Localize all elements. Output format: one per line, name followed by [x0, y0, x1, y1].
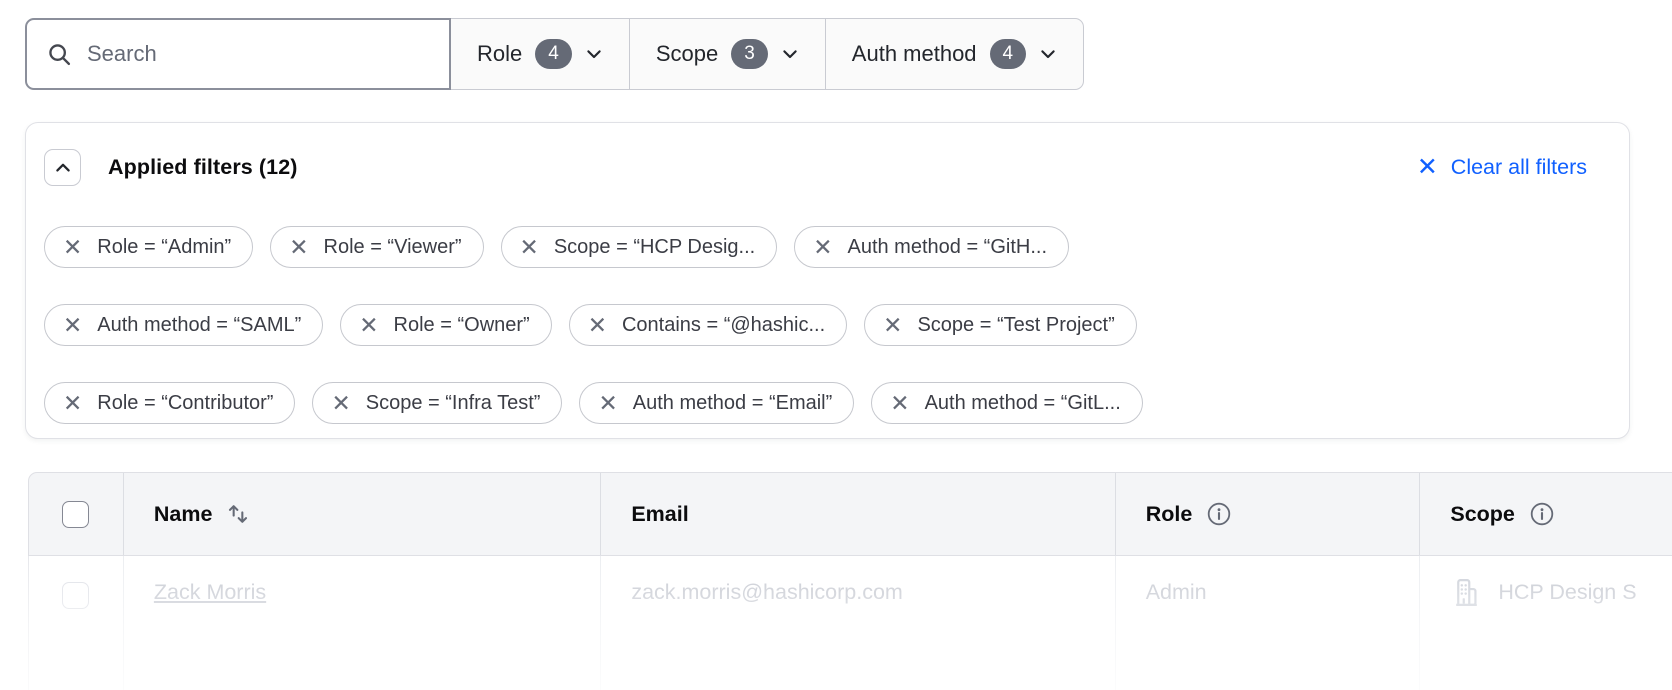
header-cell-select [29, 473, 123, 555]
remove-filter-icon[interactable]: ✕ [520, 236, 539, 259]
scope-filter-dropdown[interactable]: Scope 3 [629, 18, 825, 90]
info-icon[interactable] [1206, 501, 1232, 527]
filter-pill-label: Scope = “HCP Desig... [554, 236, 755, 259]
applied-filters-header: Applied filters (12) ✕ Clear all filters [44, 149, 1587, 186]
table-header-row: Name Email Role Scope [28, 472, 1672, 556]
filter-pill-label: Scope = “Infra Test” [366, 392, 541, 415]
row-cell-name: Zack Morris [123, 556, 600, 690]
remove-filter-icon[interactable]: ✕ [359, 314, 378, 337]
search-icon [47, 42, 72, 67]
row-cell-scope: HCP Design S [1419, 556, 1672, 690]
dropdown-label: Scope [656, 41, 718, 67]
column-label-name: Name [154, 502, 213, 527]
sort-icon[interactable] [226, 501, 250, 527]
clear-all-filters-link[interactable]: ✕ Clear all filters [1417, 155, 1587, 180]
remove-filter-icon[interactable]: ✕ [63, 392, 82, 415]
user-scope: HCP Design S [1498, 580, 1636, 605]
header-cell-role: Role [1115, 473, 1420, 555]
remove-filter-icon[interactable]: ✕ [289, 236, 308, 259]
row-cell-role: Admin [1115, 556, 1420, 690]
users-table: Name Email Role Scope Zack Morris [28, 472, 1672, 690]
search-input[interactable] [87, 41, 429, 67]
filter-pill[interactable]: ✕ Auth method = “GitL... [871, 382, 1143, 424]
row-cell-select [29, 556, 123, 690]
filter-pill[interactable]: ✕ Scope = “Test Project” [864, 304, 1137, 346]
filter-pill[interactable]: ✕ Role = “Admin” [44, 226, 253, 268]
filter-pill-label: Auth method = “SAML” [97, 314, 301, 337]
filter-pill[interactable]: ✕ Auth method = “GitH... [794, 226, 1069, 268]
filter-pill-label: Contains = “@hashic... [622, 314, 825, 337]
remove-filter-icon[interactable]: ✕ [588, 314, 607, 337]
column-label-email: Email [631, 502, 688, 527]
dropdown-label: Auth method [852, 41, 977, 67]
column-label-role: Role [1146, 502, 1193, 527]
auth-method-filter-dropdown[interactable]: Auth method 4 [825, 18, 1084, 90]
filter-pill-label: Auth method = “GitH... [847, 236, 1047, 259]
clear-all-filters-label: Clear all filters [1451, 155, 1587, 180]
chevron-down-icon [781, 45, 799, 63]
filter-pill-label: Auth method = “Email” [633, 392, 833, 415]
role-filter-dropdown[interactable]: Role 4 [451, 18, 629, 90]
info-icon[interactable] [1529, 501, 1555, 527]
count-badge: 4 [990, 39, 1027, 70]
header-cell-email: Email [600, 473, 1114, 555]
filter-pill[interactable]: ✕ Role = “Contributor” [44, 382, 295, 424]
remove-filter-icon[interactable]: ✕ [890, 392, 909, 415]
filter-pill[interactable]: ✕ Role = “Viewer” [270, 226, 483, 268]
user-email: zack.morris@hashicorp.com [631, 580, 903, 605]
collapse-panel-button[interactable] [44, 149, 81, 186]
applied-filters-title: Applied filters (12) [108, 155, 298, 180]
table-row: Zack Morris zack.morris@hashicorp.com Ad… [28, 556, 1672, 690]
remove-filter-icon[interactable]: ✕ [63, 236, 82, 259]
user-name-link[interactable]: Zack Morris [154, 580, 266, 605]
row-cell-email: zack.morris@hashicorp.com [600, 556, 1114, 690]
filter-pill[interactable]: ✕ Scope = “HCP Desig... [501, 226, 778, 268]
filter-pill-label: Role = “Owner” [394, 314, 530, 337]
header-cell-scope: Scope [1419, 473, 1672, 555]
remove-filter-icon[interactable]: ✕ [63, 314, 82, 337]
header-cell-name[interactable]: Name [123, 473, 600, 555]
filter-pill[interactable]: ✕ Auth method = “SAML” [44, 304, 323, 346]
filter-pill[interactable]: ✕ Scope = “Infra Test” [312, 382, 562, 424]
filter-pill[interactable]: ✕ Role = “Owner” [340, 304, 551, 346]
user-role: Admin [1146, 580, 1207, 605]
applied-filters-panel: Applied filters (12) ✕ Clear all filters… [25, 122, 1630, 439]
row-checkbox[interactable] [62, 582, 89, 609]
filter-pill-label: Auth method = “GitL... [925, 392, 1121, 415]
search-box[interactable] [25, 18, 451, 90]
clear-x-icon: ✕ [1417, 155, 1438, 180]
remove-filter-icon[interactable]: ✕ [331, 392, 350, 415]
filter-pill[interactable]: ✕ Contains = “@hashic... [569, 304, 847, 346]
count-badge: 4 [535, 39, 572, 70]
filter-pill[interactable]: ✕ Auth method = “Email” [579, 382, 854, 424]
filter-pill-label: Role = “Admin” [97, 236, 231, 259]
count-badge: 3 [731, 39, 768, 70]
column-label-scope: Scope [1450, 502, 1515, 527]
filter-pill-label: Role = “Viewer” [324, 236, 462, 259]
org-building-icon [1450, 576, 1483, 609]
filter-pill-label: Scope = “Test Project” [917, 314, 1114, 337]
remove-filter-icon[interactable]: ✕ [813, 236, 832, 259]
chevron-down-icon [585, 45, 603, 63]
chevron-down-icon [1039, 45, 1057, 63]
filter-pills: ✕ Role = “Admin” ✕ Role = “Viewer” ✕ Sco… [44, 226, 1587, 424]
select-all-checkbox[interactable] [62, 501, 89, 528]
filter-pill-label: Role = “Contributor” [97, 392, 273, 415]
remove-filter-icon[interactable]: ✕ [598, 392, 617, 415]
filter-toolbar: Role 4 Scope 3 Auth method 4 [25, 18, 1084, 90]
chevron-up-icon [54, 159, 72, 177]
dropdown-label: Role [477, 41, 522, 67]
remove-filter-icon[interactable]: ✕ [883, 314, 902, 337]
